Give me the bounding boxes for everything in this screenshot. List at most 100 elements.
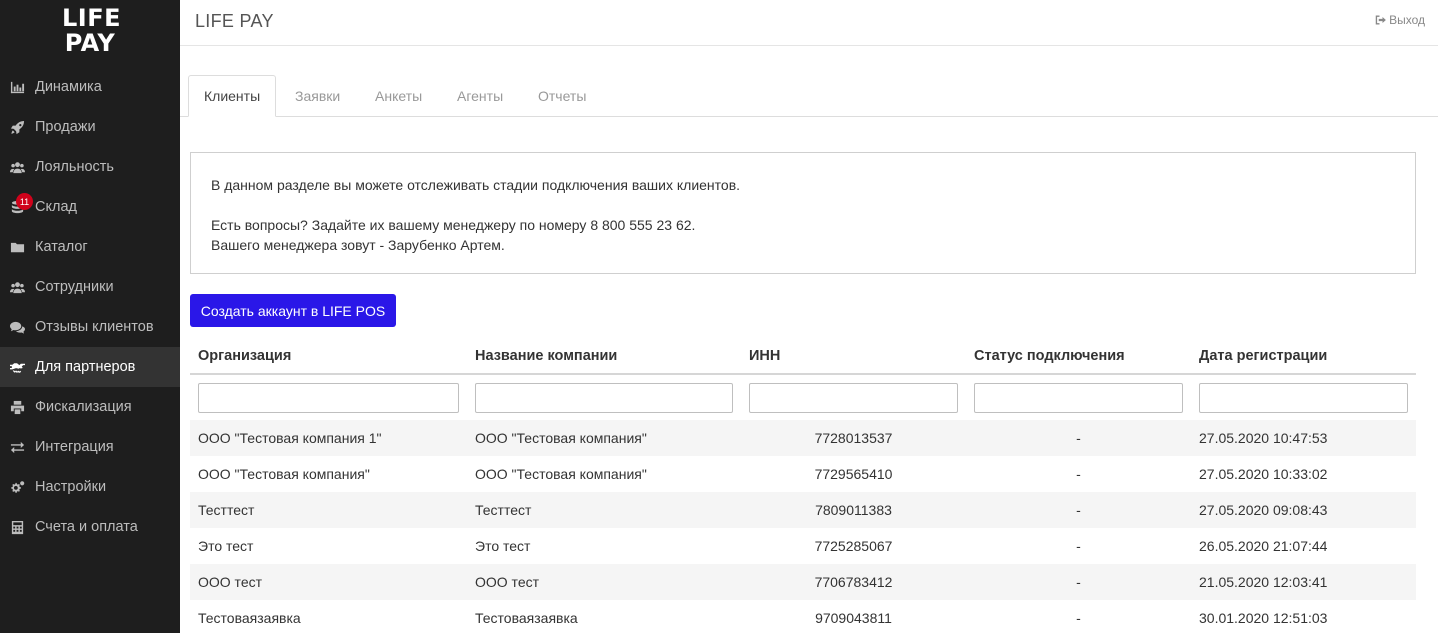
bar-chart-icon	[0, 67, 35, 107]
tab-clients[interactable]: Клиенты	[188, 75, 277, 117]
sidebar-item-label: Лояльность	[35, 159, 114, 175]
tab-reports[interactable]: Отчеты	[523, 75, 601, 117]
column-header-inn[interactable]: ИНН	[741, 338, 966, 375]
top-header: LIFE PAY Выход	[180, 0, 1438, 46]
sidebar-item-warehouse[interactable]: 11 Склад	[0, 187, 180, 227]
cell-status: -	[1076, 538, 1081, 554]
sidebar-item-label: Счета и оплата	[35, 519, 138, 535]
info-description: В данном разделе вы можете отслеживать с…	[211, 177, 741, 193]
column-header-status[interactable]: Статус подключения	[966, 338, 1191, 375]
column-header-organization[interactable]: Организация	[190, 338, 467, 375]
filter-organization-input[interactable]	[198, 382, 459, 413]
table-row[interactable]: ООО тест ООО тест 7706783412 - 21.05.202…	[190, 564, 1416, 600]
cell-inn: 7725285067	[814, 538, 893, 554]
info-manager-phone: Есть вопросы? Задайте их вашему менеджер…	[211, 217, 696, 233]
cell-status: -	[966, 492, 1191, 528]
cell-organization: ООО "Тестовая компания 1"	[190, 420, 467, 456]
filter-cell	[966, 374, 1191, 420]
filter-date-input[interactable]	[1199, 382, 1408, 413]
sidebar-item-sales[interactable]: Продажи	[0, 107, 180, 147]
calculator-icon	[0, 507, 35, 547]
create-account-button[interactable]: Создать аккаунт в LIFE POS	[190, 294, 396, 327]
tab-agents[interactable]: Агенты	[442, 75, 518, 117]
sidebar-item-reviews[interactable]: Отзывы клиентов	[0, 307, 180, 347]
filter-inn-input[interactable]	[749, 382, 958, 413]
users-icon	[0, 147, 35, 187]
sidebar-item-partners[interactable]: Для партнеров	[0, 347, 180, 387]
table-filter-row	[190, 374, 1416, 420]
comments-icon	[0, 307, 35, 347]
cell-inn: 7729565410	[814, 466, 893, 482]
sidebar-item-label: Каталог	[35, 239, 88, 255]
cell-company-name: Тестоваязаявка	[475, 610, 578, 626]
cell-registration-date: 26.05.2020 21:07:44	[1199, 538, 1328, 554]
sidebar-item-employees[interactable]: Сотрудники	[0, 267, 180, 307]
tab-requests[interactable]: Заявки	[280, 75, 355, 117]
cell-registration-date: 27.05.2020 09:08:43	[1191, 492, 1416, 528]
sidebar-item-label: Фискализация	[35, 399, 132, 415]
sidebar-item-dynamics[interactable]: Динамика	[0, 67, 180, 107]
cell-registration-date: 30.01.2020 12:51:03	[1199, 610, 1328, 626]
sign-out-icon	[1375, 14, 1387, 26]
sidebar-item-settings[interactable]: Настройки	[0, 467, 180, 507]
cell-organization: Тесттест	[190, 492, 467, 528]
cell-company-name: ООО "Тестовая компания"	[467, 420, 741, 456]
clients-table: Организация Название компании ИНН Статус…	[190, 338, 1416, 633]
cell-inn: 7728013537	[741, 420, 966, 456]
sidebar-item-label: Сотрудники	[35, 279, 114, 295]
filter-status-input[interactable]	[974, 382, 1183, 413]
handshake-icon	[0, 347, 35, 387]
table-row[interactable]: Тесттест Тесттест 7809011383 - 27.05.202…	[190, 492, 1416, 528]
sidebar-item-label: Отзывы клиентов	[35, 319, 154, 335]
sidebar-item-integration[interactable]: Интеграция	[0, 427, 180, 467]
cell-inn: 7706783412	[741, 564, 966, 600]
filter-cell	[1191, 374, 1416, 420]
filter-company-name-input[interactable]	[475, 382, 733, 413]
sidebar-item-label: Для партнеров	[35, 359, 136, 375]
sidebar-item-label: Интеграция	[35, 439, 114, 455]
cell-status: -	[966, 564, 1191, 600]
info-panel: В данном разделе вы можете отслеживать с…	[190, 152, 1416, 274]
cell-status: -	[966, 420, 1191, 456]
sidebar-item-fiscalization[interactable]: Фискализация	[0, 387, 180, 427]
table-row[interactable]: Это тест Это тест 7725285067 - 26.05.202…	[190, 528, 1416, 564]
cell-status: -	[1076, 610, 1081, 626]
cell-organization: ООО "Тестовая компания"	[198, 466, 370, 482]
logout-link[interactable]: Выход	[1375, 13, 1425, 27]
cell-inn: 7809011383	[741, 492, 966, 528]
table-row[interactable]: ООО "Тестовая компания 1" ООО "Тестовая …	[190, 420, 1416, 456]
warehouse-count-badge: 11	[16, 193, 33, 210]
table-row[interactable]: Тестоваязаявка Тестоваязаявка 9709043811…	[190, 600, 1416, 633]
info-manager-name: Вашего менеджера зовут - Зарубенко Артем…	[211, 237, 505, 253]
printer-icon	[0, 387, 35, 427]
exchange-icon	[0, 427, 35, 467]
column-header-company-name[interactable]: Название компании	[467, 338, 741, 375]
cell-organization: Это тест	[198, 538, 254, 554]
cell-status: -	[1076, 466, 1081, 482]
rocket-icon	[0, 107, 35, 147]
cell-registration-date: 21.05.2020 12:03:41	[1191, 564, 1416, 600]
column-header-registration-date[interactable]: Дата регистрации	[1191, 338, 1416, 375]
table-row[interactable]: ООО "Тестовая компания" ООО "Тестовая ко…	[190, 456, 1416, 492]
cogs-icon	[0, 467, 35, 507]
sidebar-item-label: Продажи	[35, 119, 96, 135]
cell-organization: ООО тест	[190, 564, 467, 600]
sidebar-item-label: Настройки	[35, 479, 107, 495]
cell-organization: Тестоваязаявка	[198, 610, 301, 626]
cell-company-name: ООО тест	[467, 564, 741, 600]
sidebar: LIFE PAY Динамика Продажи Лояльность 11 …	[0, 0, 180, 633]
logo-line-1: LIFE	[62, 4, 122, 32]
life-pay-logo[interactable]: LIFE PAY	[62, 4, 122, 56]
cell-company-name: Тесттест	[467, 492, 741, 528]
sidebar-item-billing[interactable]: Счета и оплата	[0, 507, 180, 547]
cell-company-name: Это тест	[475, 538, 531, 554]
sidebar-item-loyalty[interactable]: Лояльность	[0, 147, 180, 187]
filter-cell	[190, 374, 467, 420]
sidebar-item-catalog[interactable]: Каталог	[0, 227, 180, 267]
cell-registration-date: 27.05.2020 10:47:53	[1191, 420, 1416, 456]
sidebar-nav: Динамика Продажи Лояльность 11 Склад Кат…	[0, 67, 180, 547]
folder-icon	[0, 227, 35, 267]
filter-cell	[741, 374, 966, 420]
tab-questionnaires[interactable]: Анкеты	[360, 75, 437, 117]
filter-cell	[467, 374, 741, 420]
